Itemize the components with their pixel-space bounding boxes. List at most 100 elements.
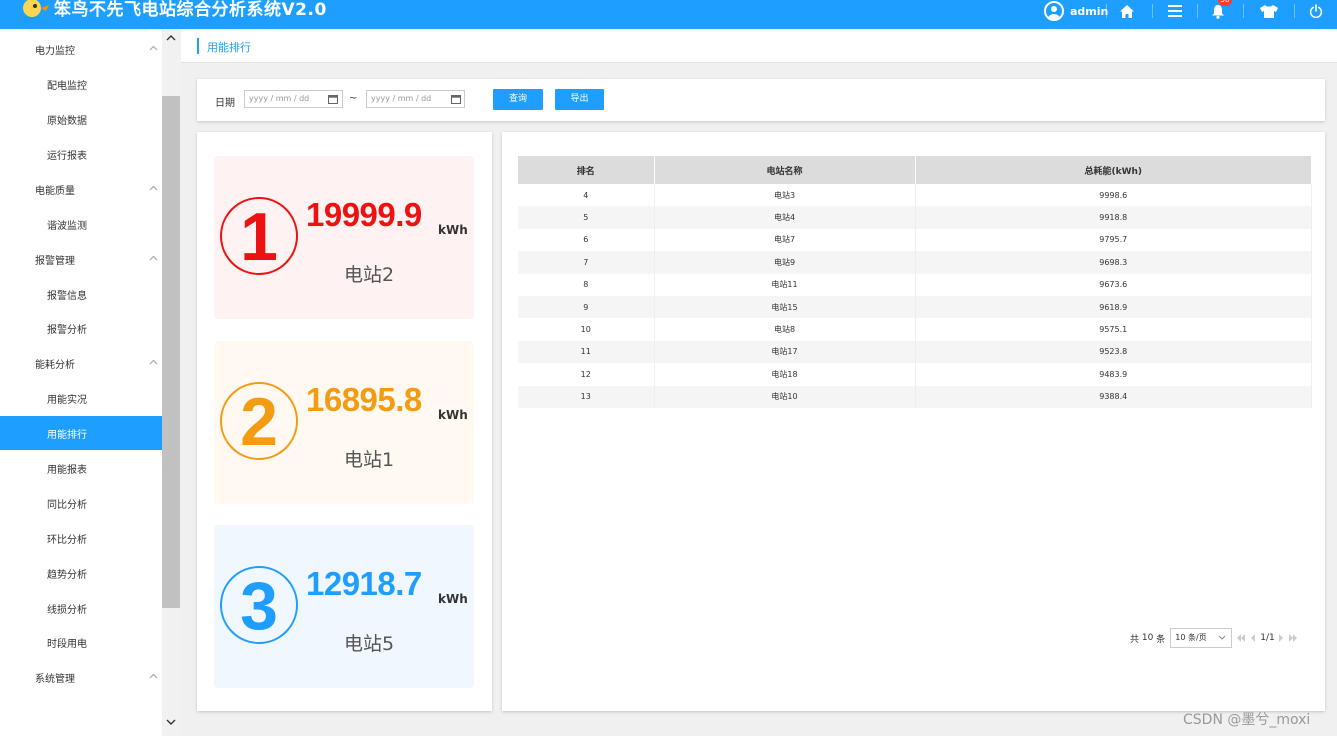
table-row[interactable]: 8 电站11 9673.6 bbox=[518, 273, 1312, 296]
sidebar-scrollbar-thumb[interactable] bbox=[162, 96, 180, 608]
rank-unit: kWh bbox=[438, 408, 468, 422]
table-row[interactable]: 9 电站15 9618.9 bbox=[518, 295, 1312, 319]
table-row[interactable]: 7 电站9 9698.3 bbox=[518, 251, 1312, 274]
cell-rank: 8 bbox=[518, 273, 655, 296]
chevron-up-icon bbox=[149, 673, 158, 679]
sidebar-group-system-management[interactable]: 系统管理 bbox=[0, 660, 162, 694]
page-size-value: 10 条/页 bbox=[1175, 633, 1207, 642]
prev-page-icon bbox=[1251, 634, 1256, 642]
table-row[interactable]: 6 电站7 9795.7 bbox=[518, 228, 1312, 252]
calendar-icon[interactable] bbox=[328, 94, 338, 104]
sidebar-group-power-monitor[interactable]: 电力监控 bbox=[0, 32, 162, 66]
table-row[interactable]: 13 电站10 9388.4 bbox=[518, 385, 1312, 408]
prev-page-button[interactable] bbox=[1250, 634, 1256, 642]
cell-energy: 9483.9 bbox=[915, 363, 1312, 386]
app-title: 笨鸟不先飞电站综合分析系统V2.0 bbox=[54, 0, 327, 20]
export-button[interactable]: 导出 bbox=[555, 89, 604, 110]
sidebar-item-label: 谐波监测 bbox=[47, 220, 87, 232]
sidebar-item-label: 原始数据 bbox=[47, 115, 87, 127]
rank-energy-value: 19999.9 bbox=[306, 196, 422, 233]
rank-station-name: 电站5 bbox=[344, 633, 395, 655]
sidebar-group-power-quality[interactable]: 电能质量 bbox=[0, 172, 162, 206]
sidebar-group-energy-analysis[interactable]: 能耗分析 bbox=[0, 346, 162, 380]
rank-card-first: 1 19999.9 kWh 电站2 bbox=[214, 156, 474, 319]
sidebar-item-label: 环比分析 bbox=[47, 534, 87, 546]
cell-rank: 11 bbox=[518, 340, 655, 364]
sidebar-item-label: 时段用电 bbox=[47, 638, 87, 650]
scroll-down-icon[interactable] bbox=[166, 718, 176, 726]
header-divider bbox=[1152, 4, 1153, 18]
sidebar-item-yoy-analysis[interactable]: 同比分析 bbox=[0, 486, 162, 520]
chevron-up-icon bbox=[149, 45, 158, 51]
cell-station: 电站17 bbox=[654, 340, 916, 364]
sidebar-item-trend-analysis[interactable]: 趋势分析 bbox=[0, 556, 162, 590]
table-row[interactable]: 12 电站18 9483.9 bbox=[518, 363, 1312, 386]
cell-station: 电站4 bbox=[654, 206, 916, 229]
sidebar-item-line-loss-analysis[interactable]: 线损分析 bbox=[0, 591, 162, 625]
pagination-total-suffix: 条 bbox=[1156, 634, 1166, 645]
cell-energy: 9618.9 bbox=[915, 295, 1312, 319]
sidebar-item-energy-realtime[interactable]: 用能实况 bbox=[0, 381, 162, 415]
scroll-up-icon[interactable] bbox=[166, 34, 176, 42]
rank-unit: kWh bbox=[438, 592, 468, 606]
pagination: 共 10 条 10 条/页 1/1 bbox=[1130, 627, 1298, 649]
next-page-button[interactable] bbox=[1278, 634, 1284, 642]
sidebar-group-label: 电力监控 bbox=[35, 45, 75, 57]
sidebar-item-energy-report[interactable]: 用能报表 bbox=[0, 451, 162, 485]
sidebar-group-alarm-management[interactable]: 报警管理 bbox=[0, 242, 162, 276]
rank-card-third: 3 12918.7 kWh 电站5 bbox=[214, 525, 474, 688]
rank-station-name: 电站2 bbox=[344, 264, 395, 286]
chevron-up-icon bbox=[149, 255, 158, 261]
query-button[interactable]: 查询 bbox=[493, 89, 543, 110]
home-button[interactable] bbox=[1118, 0, 1136, 22]
sidebar-item-run-report[interactable]: 运行报表 bbox=[0, 137, 162, 171]
chevron-up-icon bbox=[149, 359, 158, 365]
cell-station: 电站9 bbox=[654, 251, 916, 274]
table-row[interactable]: 5 电站4 9918.8 bbox=[518, 206, 1312, 229]
column-header-rank[interactable]: 排名 bbox=[518, 156, 655, 184]
rank-energy-value: 16895.8 bbox=[306, 381, 422, 418]
table-row[interactable]: 10 电站8 9575.1 bbox=[518, 318, 1312, 341]
theme-button[interactable] bbox=[1258, 0, 1280, 22]
cell-energy: 9673.6 bbox=[915, 273, 1312, 296]
cell-station: 电站7 bbox=[654, 228, 916, 252]
table-row[interactable]: 4 电站3 9998.6 bbox=[518, 184, 1312, 207]
cell-rank: 6 bbox=[518, 228, 655, 252]
watermark: CSDN @墨兮_moxi bbox=[1183, 712, 1311, 728]
rank-badge: 3 bbox=[220, 566, 298, 644]
last-page-button[interactable] bbox=[1288, 634, 1298, 642]
menu-button[interactable] bbox=[1166, 0, 1184, 22]
page-size-select[interactable]: 10 条/页 bbox=[1170, 628, 1233, 648]
sidebar-item-alarm-analysis[interactable]: 报警分析 bbox=[0, 311, 162, 345]
sidebar-item-label: 报警分析 bbox=[47, 324, 87, 336]
first-page-icon bbox=[1237, 634, 1246, 642]
sidebar-item-alarm-info[interactable]: 报警信息 bbox=[0, 277, 162, 311]
date-label: 日期 bbox=[215, 98, 235, 109]
menu-icon bbox=[1168, 5, 1182, 17]
cell-energy: 9575.1 bbox=[915, 318, 1312, 341]
page-info: 1/1 bbox=[1260, 633, 1275, 643]
sidebar-item-label: 线损分析 bbox=[47, 604, 87, 616]
header-divider bbox=[1106, 4, 1107, 18]
user-menu[interactable]: admin bbox=[1044, 0, 1108, 22]
cell-energy: 9388.4 bbox=[915, 385, 1312, 408]
table-row[interactable]: 11 电站17 9523.8 bbox=[518, 340, 1312, 364]
sidebar-item-energy-ranking[interactable]: 用能排行 bbox=[0, 416, 162, 450]
column-header-energy[interactable]: 总耗能(kWh) bbox=[915, 156, 1312, 184]
sidebar-item-label: 用能实况 bbox=[47, 394, 87, 406]
sidebar-item-period-usage[interactable]: 时段用电 bbox=[0, 625, 162, 659]
cell-rank: 4 bbox=[518, 184, 655, 207]
logout-button[interactable] bbox=[1308, 0, 1324, 22]
sidebar-item-raw-data[interactable]: 原始数据 bbox=[0, 102, 162, 136]
sidebar-item-distribution-monitor[interactable]: 配电监控 bbox=[0, 67, 162, 101]
column-header-station[interactable]: 电站名称 bbox=[654, 156, 916, 184]
sidebar-item-mom-analysis[interactable]: 环比分析 bbox=[0, 521, 162, 555]
sidebar-item-label: 配电监控 bbox=[47, 80, 87, 92]
cell-rank: 10 bbox=[518, 318, 655, 341]
first-page-button[interactable] bbox=[1236, 634, 1246, 642]
sidebar-item-harmonic-monitor[interactable]: 谐波监测 bbox=[0, 207, 162, 241]
cell-energy: 9523.8 bbox=[915, 340, 1312, 364]
calendar-icon[interactable] bbox=[451, 94, 461, 104]
page-title: 用能排行 bbox=[207, 41, 251, 54]
home-icon bbox=[1120, 4, 1134, 18]
